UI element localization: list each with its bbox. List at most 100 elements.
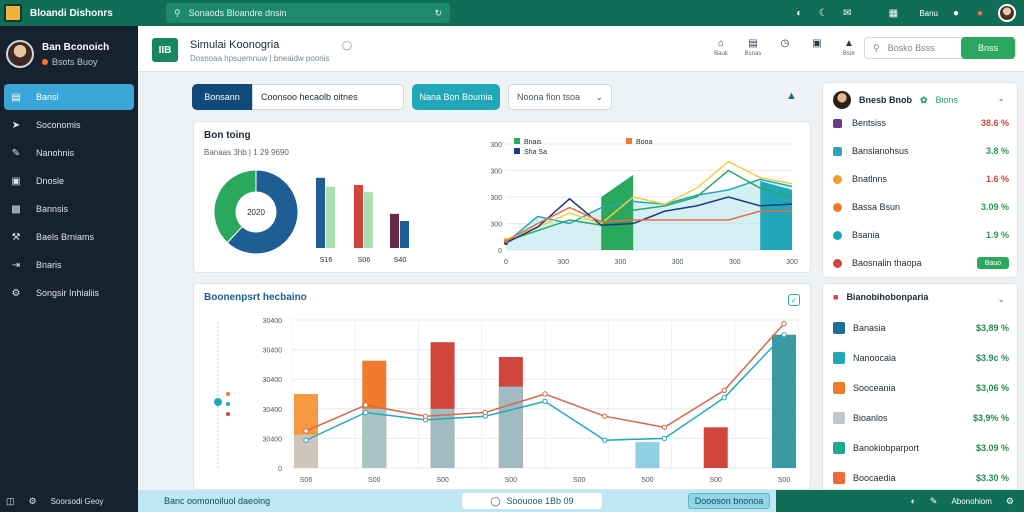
list-item[interactable]: Sooceania $3,06 % (833, 374, 1009, 402)
panel-header: Bnesb Bnob ✿ Bions (833, 91, 958, 109)
bar (703, 427, 728, 468)
x-tick-label: S06 (300, 477, 313, 484)
list-item[interactable]: Banasia $3,89 % (833, 314, 1009, 342)
search-icon: ⚲ (174, 7, 181, 18)
list-item[interactable]: Nanoocaia $3.9c % (833, 344, 1009, 372)
metric-row[interactable]: Bsania 1.9 % (833, 225, 1009, 245)
performance-card: Boonenpsrt hecbaino ✓ 0 30400 30400 30400 30… (193, 283, 811, 490)
x-tick-label: S00 (709, 477, 722, 484)
search-input[interactable]: Sonaods Bloandre dnsin (189, 8, 435, 18)
data-point (542, 391, 548, 397)
mail-icon[interactable]: ✉ (841, 7, 853, 19)
panel-title: Bianobihobonparia (846, 292, 929, 302)
edit-icon[interactable]: ✎ (930, 496, 938, 507)
profile[interactable]: Ban Bconoich Bsots Buoy (0, 26, 138, 82)
bar-chart: S16 S06 S40 (316, 177, 409, 264)
filter-tab[interactable]: Bonsann (192, 84, 252, 110)
metric-value: 3.8 % (985, 146, 1009, 156)
sidebar-item-1[interactable]: ▤ Bansi (4, 84, 134, 110)
home-icon: ⌂ (717, 38, 725, 49)
sidebar-item-2[interactable]: ➤ Soconomis (4, 112, 134, 138)
app-logo (4, 4, 22, 22)
tool-lamp[interactable]: ▲ Bsnr (840, 38, 858, 57)
circle-icon[interactable]: ◐ (793, 7, 805, 19)
tool-home[interactable]: ⌂ Bauk (712, 38, 730, 57)
status-badge[interactable]: Bauo (977, 257, 1009, 269)
moon-icon[interactable]: ☾ (817, 7, 829, 19)
lamp-icon: ▲ (844, 38, 854, 49)
header-search[interactable]: ⚲ Bosko Bsss Bnss (864, 37, 1016, 59)
settings-icon[interactable]: ⚙ (1006, 496, 1014, 507)
legend-swatch (514, 138, 520, 144)
metric-marker-icon (833, 174, 842, 184)
legend-label: Booa (636, 139, 652, 146)
header-search-button[interactable]: Bnss (961, 37, 1015, 59)
x-tick-label: 300 (729, 259, 741, 266)
tool-lock[interactable]: ▣ (808, 38, 826, 57)
sidebar-item-3[interactable]: ✎ Nanohnis (4, 140, 134, 166)
page-subtitle: Dosnoaa hpsuemnuw | bneaidw poonis (190, 54, 330, 63)
data-point (504, 239, 508, 244)
metric-row[interactable]: Bentsiss 38.6 % (833, 113, 1009, 133)
header-toolbar: ⌂ Bauk ▤ Bsnas ◷ ▣ ▲ Bsnr (712, 38, 858, 57)
trend-up-icon[interactable]: ▲ (786, 90, 797, 102)
bell-icon[interactable]: ● (950, 7, 962, 19)
clock-icon: ◷ (780, 38, 790, 49)
metric-name: Banslanohsus (852, 146, 909, 156)
sidebar-item-8[interactable]: ⚙ Songsir Inhialiis (4, 280, 134, 306)
x-tick-label: S00 (368, 477, 381, 484)
sidebar-item-label: Baels Brniams (36, 232, 95, 242)
list-item[interactable]: Boocaedia $3.30 % (833, 464, 1009, 492)
gear-icon[interactable]: ⚙ (29, 496, 37, 507)
bottom-button[interactable]: Doooson bnonoa (688, 493, 770, 509)
y-tick-label: 30400 (263, 318, 283, 325)
pen-icon: ✎ (11, 147, 21, 159)
chevron-down-icon[interactable]: ⌄ (997, 93, 1005, 104)
tool-doc[interactable]: ▤ Bsnas (744, 38, 762, 57)
sidebar-item-7[interactable]: ⇥ Bnaris (4, 252, 134, 278)
header-search-input[interactable]: Bosko Bsss (888, 43, 935, 53)
legend-label: Bnais (524, 139, 542, 146)
chevron-down-icon[interactable]: ⌄ (997, 294, 1005, 305)
file-icon: ▤ (11, 91, 21, 103)
send-icon: ➤ (11, 119, 21, 131)
slider-handle (214, 398, 222, 406)
avatar[interactable] (6, 40, 34, 68)
trash-icon[interactable]: ◫ (6, 496, 15, 507)
metric-row[interactable]: Bnatlnns 1.6 % (833, 169, 1009, 189)
refresh-icon[interactable]: ↻ (434, 8, 442, 19)
metric-marker-icon (833, 202, 842, 212)
circle-icon[interactable]: ◐ (910, 496, 915, 506)
top-avatar[interactable] (998, 4, 1016, 22)
profile-status-row: Bsots Buoy (42, 57, 109, 67)
metric-row[interactable]: Banslanohsus 3.8 % (833, 141, 1009, 161)
dot-icon[interactable]: ● (974, 7, 986, 19)
list-item[interactable]: Banokiobparport $3.09 % (833, 434, 1009, 462)
sidebar-item-5[interactable]: ▩ Bannsis (4, 196, 134, 222)
metric-name: Bnatlnns (852, 174, 888, 184)
donut-center-label: 2020 (247, 208, 265, 217)
data-point (422, 413, 429, 419)
y-tick-label: 0 (278, 466, 282, 473)
list-item[interactable]: Bioanlos $3,9% % (833, 404, 1009, 432)
filter-select[interactable]: Noona fion tsoa ⌄ (508, 84, 612, 110)
category-icon (833, 412, 845, 424)
data-point (721, 387, 727, 394)
filter-input[interactable]: Coonsoo hecaolb oitnes (252, 84, 404, 110)
tool-label: Bsnas (744, 51, 762, 57)
grid-icon[interactable]: ▦ (887, 7, 899, 19)
filter-button[interactable]: Nana Bon Boumia (412, 84, 500, 110)
category-icon (833, 352, 845, 364)
app-title: Bloandi Dishonrs (30, 7, 113, 19)
global-search[interactable]: ⚲ Sonaods Bloandre dnsin ↻ (166, 3, 450, 23)
bottom-center-label: Soouooe 1Bb 09 (506, 496, 574, 506)
sidebar: Ban Bconoich Bsots Buoy ▤ Bansi ➤ Soconomi… (0, 26, 138, 490)
sidebar-item-6[interactable]: ⚒ Baels Brniams (4, 224, 134, 250)
metric-row[interactable]: Baosnalin thaopa Bauo (833, 253, 1009, 273)
panel-name: Bnesb Bnob (859, 95, 912, 105)
tool-clock[interactable]: ◷ (776, 38, 794, 57)
metric-row[interactable]: Bassa Bsun 3.09 % (833, 197, 1009, 217)
sidebar-item-4[interactable]: ▣ Dnosle (4, 168, 134, 194)
bottom-center-field[interactable]: ◯ Soouooe 1Bb 09 (462, 493, 602, 509)
check-icon[interactable]: ✓ (788, 294, 800, 306)
